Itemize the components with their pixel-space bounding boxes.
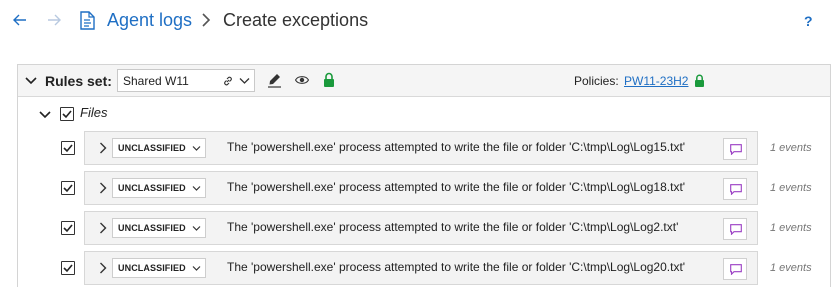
rules-set-bar: Rules set: Shared W11 Policies: PW11-23H… [18, 65, 830, 97]
comment-icon [730, 144, 742, 155]
classification-value: UNCLASSIFIED [118, 183, 186, 193]
row-checkbox[interactable] [61, 141, 75, 155]
expand-chevron-icon[interactable] [99, 222, 107, 234]
chevron-down-icon [192, 266, 201, 271]
checkmark-icon [63, 264, 73, 273]
collapse-chevron-icon[interactable] [25, 75, 37, 87]
checkmark-icon [63, 184, 73, 193]
breadcrumb-agent-logs[interactable]: Agent logs [107, 10, 192, 31]
event-count: 1 events [770, 222, 812, 234]
page-title: Create exceptions [223, 10, 369, 30]
event-count: 1 events [770, 142, 812, 154]
event-count: 1 events [770, 182, 812, 194]
document-log-icon [80, 11, 95, 30]
classification-select[interactable]: UNCLASSIFIED [112, 258, 206, 278]
comment-button[interactable] [723, 258, 747, 280]
expand-chevron-icon[interactable] [99, 142, 107, 154]
exception-description: The 'powershell.exe' process attempted t… [227, 180, 686, 194]
checkmark-icon [63, 224, 73, 233]
chevron-down-icon [192, 186, 201, 191]
row-checkbox[interactable] [61, 181, 75, 195]
event-count: 1 events [770, 262, 812, 274]
eye-icon[interactable] [295, 75, 309, 85]
group-checkbox[interactable] [60, 107, 74, 121]
exception-row[interactable]: UNCLASSIFIED The 'powershell.exe' proces… [84, 211, 758, 245]
policy-lock-icon [695, 74, 704, 87]
row-checkbox[interactable] [61, 221, 75, 235]
classification-value: UNCLASSIFIED [118, 223, 186, 233]
forward-arrow-icon[interactable] [45, 11, 63, 29]
comment-icon [730, 224, 742, 235]
link-icon[interactable] [222, 75, 234, 87]
chevron-down-icon [192, 146, 201, 151]
page-header: Agent logs Create exceptions ? [0, 0, 835, 44]
classification-value: UNCLASSIFIED [118, 263, 186, 273]
expand-chevron-icon[interactable] [99, 262, 107, 274]
breadcrumb-chevron-icon [202, 13, 211, 27]
comment-button[interactable] [723, 178, 747, 200]
exception-row[interactable]: UNCLASSIFIED The 'powershell.exe' proces… [84, 251, 758, 285]
rules-panel: Rules set: Shared W11 Policies: PW11-23H… [17, 64, 831, 287]
classification-select[interactable]: UNCLASSIFIED [112, 178, 206, 198]
group-label-files: Files [80, 105, 108, 120]
rules-set-label: Rules set: [45, 73, 112, 89]
policies-label: Policies: [574, 74, 619, 88]
exception-description: The 'powershell.exe' process attempted t… [227, 140, 686, 154]
chevron-down-icon [192, 226, 201, 231]
rules-set-select[interactable]: Shared W11 [117, 69, 255, 92]
classification-select[interactable]: UNCLASSIFIED [112, 138, 206, 158]
chevron-down-icon[interactable] [239, 77, 250, 85]
checkmark-icon [62, 110, 72, 119]
checkmark-icon [63, 144, 73, 153]
rules-set-value: Shared W11 [123, 74, 189, 88]
group-collapse-chevron-icon[interactable] [39, 109, 51, 121]
classification-select[interactable]: UNCLASSIFIED [112, 218, 206, 238]
policy-link[interactable]: PW11-23H2 [624, 74, 688, 88]
help-button[interactable]: ? [804, 13, 813, 29]
comment-icon [730, 184, 742, 195]
classification-value: UNCLASSIFIED [118, 143, 186, 153]
row-checkbox[interactable] [61, 261, 75, 275]
exception-description: The 'powershell.exe' process attempted t… [227, 220, 679, 234]
comment-button[interactable] [723, 138, 747, 160]
edit-pencil-icon[interactable] [268, 73, 281, 88]
lock-icon [324, 72, 334, 87]
back-arrow-icon[interactable] [11, 11, 29, 29]
exception-description: The 'powershell.exe' process attempted t… [227, 260, 686, 274]
expand-chevron-icon[interactable] [99, 182, 107, 194]
exception-row[interactable]: UNCLASSIFIED The 'powershell.exe' proces… [84, 131, 758, 165]
comment-button[interactable] [723, 218, 747, 240]
exception-row[interactable]: UNCLASSIFIED The 'powershell.exe' proces… [84, 171, 758, 205]
comment-icon [730, 264, 742, 275]
